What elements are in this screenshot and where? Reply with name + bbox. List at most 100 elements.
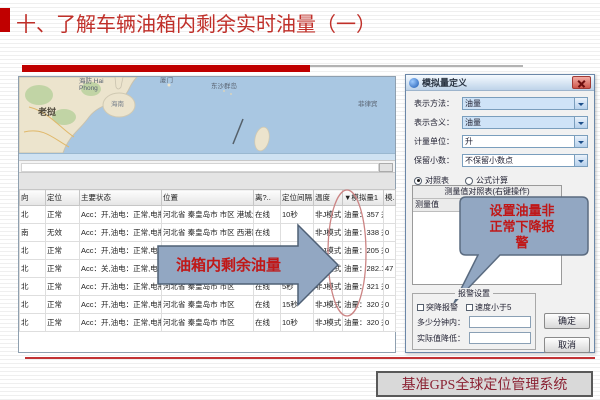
table-cell: 15秒 [281,296,314,314]
minutes-row: 多少分钟内： [417,316,531,328]
cancel-button[interactable]: 取消 [544,337,590,353]
display-method-select[interactable]: 油量 [462,97,588,110]
scroll-corner [379,163,393,172]
table-row[interactable]: 北正常Acc：开,油电：正常,电瓶：正常...河北省 秦皇岛市 市区在线5秒非J… [20,278,396,296]
callout-label: 设置油量非正常下降报警 [486,203,558,251]
column-header[interactable]: 定位间隔 [281,190,314,206]
table-cell: 北 [20,314,46,332]
table-cell: 北 [20,296,46,314]
dialog-title: 模拟量定义 [422,76,572,89]
alarm-group-title: 报警设置 [455,288,493,299]
field-display-method: 表示方法： 油量 [414,97,588,110]
table-cell: 正常 [46,296,80,314]
table-cell [384,206,396,224]
map-label: 老挝 [38,109,56,116]
table-cell: 油量：205 升 [343,242,384,260]
toolbar-field[interactable] [21,163,379,172]
table-cell: 河北省 秦皇岛市 市区 [162,278,254,296]
spacer-strip [19,173,395,189]
radio-icon [465,177,473,185]
table-cell: 在线 [254,314,281,332]
table-cell: 0 [384,278,396,296]
table-cell: 正常 [46,206,80,224]
table-cell: 10秒 [281,206,314,224]
decimals-select[interactable]: 不保留小数点 [462,154,588,167]
table-cell: 非J模式 [314,260,343,278]
column-header[interactable]: 定位 [46,190,80,206]
table-cell: 在线 [254,224,281,242]
table-cell: 0 [384,242,396,260]
table-cell: 在线 [254,206,281,224]
table-cell: 5秒 [281,278,314,296]
table-cell: Acc：开,油电：正常,电瓶：正常... [80,224,162,242]
table-cell: 正常 [46,314,80,332]
table-cell: 非J模式 [314,314,343,332]
map-label: 厦门 [160,77,173,84]
table-cell: 油量：282.1... [343,260,384,278]
lookup-table-title: 测量值对照表(右键操作) [413,186,561,199]
table-cell: 南 [20,224,46,242]
value-drop-input[interactable] [469,332,531,344]
table-cell: Acc：开,油电：正常,电瓶：正常... [80,296,162,314]
table-cell: 0 [384,296,396,314]
table-cell: 油量：357 升 [343,206,384,224]
alarm-checkboxes: 突降报警 速度小于5 [417,302,511,313]
table-cell: 正常 [46,242,80,260]
chevron-down-icon[interactable] [574,117,587,128]
table-cell: 10秒 [281,314,314,332]
value-drop-row: 实际值降低： [417,332,531,344]
column-header[interactable]: 向 [20,190,46,206]
table-cell: Acc：开,油电：正常,电瓶：正常... [80,242,162,260]
checkbox-speed-below[interactable]: 速度小于5 [466,302,511,313]
table-cell [281,242,314,260]
slide: 十、了解车辆油箱内剩余实时油量（一） 海防 Hai Phong 厦门 [0,0,600,400]
ok-button[interactable]: 确定 [544,313,590,329]
table-cell: 非J模式 [314,242,343,260]
map-label: 海防 Hai Phong [79,78,119,92]
table-cell: Acc：开,油电：正常,电瓶：正常... [80,278,162,296]
table-row[interactable]: 北正常Acc：开,油电：正常,电瓶：正常...河北省 秦皇岛市 市区 港城大..… [20,206,396,224]
display-meaning-select[interactable]: 油量 [462,116,588,129]
field-unit: 计量单位： 升 [414,135,588,148]
table-row[interactable]: 北正常Acc：开,油电：正常,电瓶：正常...河北省 秦皇岛市 市区在线15秒非… [20,296,396,314]
table-row[interactable]: 南无效Acc：开,油电：正常,电瓶：正常...河北省 秦皇岛市 市区 西港路 .… [20,224,396,242]
chevron-down-icon[interactable] [574,155,587,166]
column-header[interactable]: 温度 [314,190,343,206]
table-cell: 油量：338 升 [343,224,384,242]
table-cell: Acc：关,油电：正常,电瓶：正常... [80,260,162,278]
column-header[interactable]: 位置 [162,190,254,206]
table-cell: 非J模式 [314,224,343,242]
table-cell: 油量：320 升 [343,296,384,314]
chevron-down-icon[interactable] [574,98,587,109]
table-cell: 非J模式 [314,206,343,224]
footer-box: 基准GPS全球定位管理系统 [376,371,593,397]
table-cell: 河北省 秦皇岛市 市区 港城大.. [162,206,254,224]
chevron-down-icon[interactable] [574,136,587,147]
checkbox-sudden-drop[interactable]: 突降报警 [417,302,458,313]
radio-icon [414,177,422,185]
map-label: 菲律宾 [358,101,378,108]
table-cell: 正常 [46,278,80,296]
table-row[interactable]: 北正常Acc：开,油电：正常,电瓶：正常...河北省 秦皇岛市 市区在线10秒非… [20,314,396,332]
field-decimals: 保留小数： 不保留小数点 [414,154,588,167]
table-cell: 非J模式 [314,278,343,296]
map-view[interactable]: 海防 Hai Phong 厦门 东沙群岛 老挝 海南 菲律宾 [19,77,395,153]
unit-select[interactable]: 升 [462,135,588,148]
minutes-input[interactable] [469,316,531,328]
page-title: 十、了解车辆油箱内剩余实时油量（一） [16,8,376,37]
table-cell: 正常 [46,260,80,278]
column-header[interactable]: 主要状态 [80,190,162,206]
table-cell [281,260,314,278]
table-cell: 47 [384,260,396,278]
table-cell [281,224,314,242]
column-header[interactable]: ▼模拟量1 [343,190,384,206]
close-icon[interactable] [572,76,591,89]
field-display-meaning: 表示含义： 油量 [414,116,588,129]
column-header[interactable]: 模.. [384,190,396,206]
table-cell: 北 [20,242,46,260]
table-cell: 北 [20,206,46,224]
fuel-arrow-label: 油箱内剩余油量 [176,254,281,275]
table-cell: 0 [384,314,396,332]
column-header[interactable]: 离?.. [254,190,281,206]
title-underline [22,65,310,72]
